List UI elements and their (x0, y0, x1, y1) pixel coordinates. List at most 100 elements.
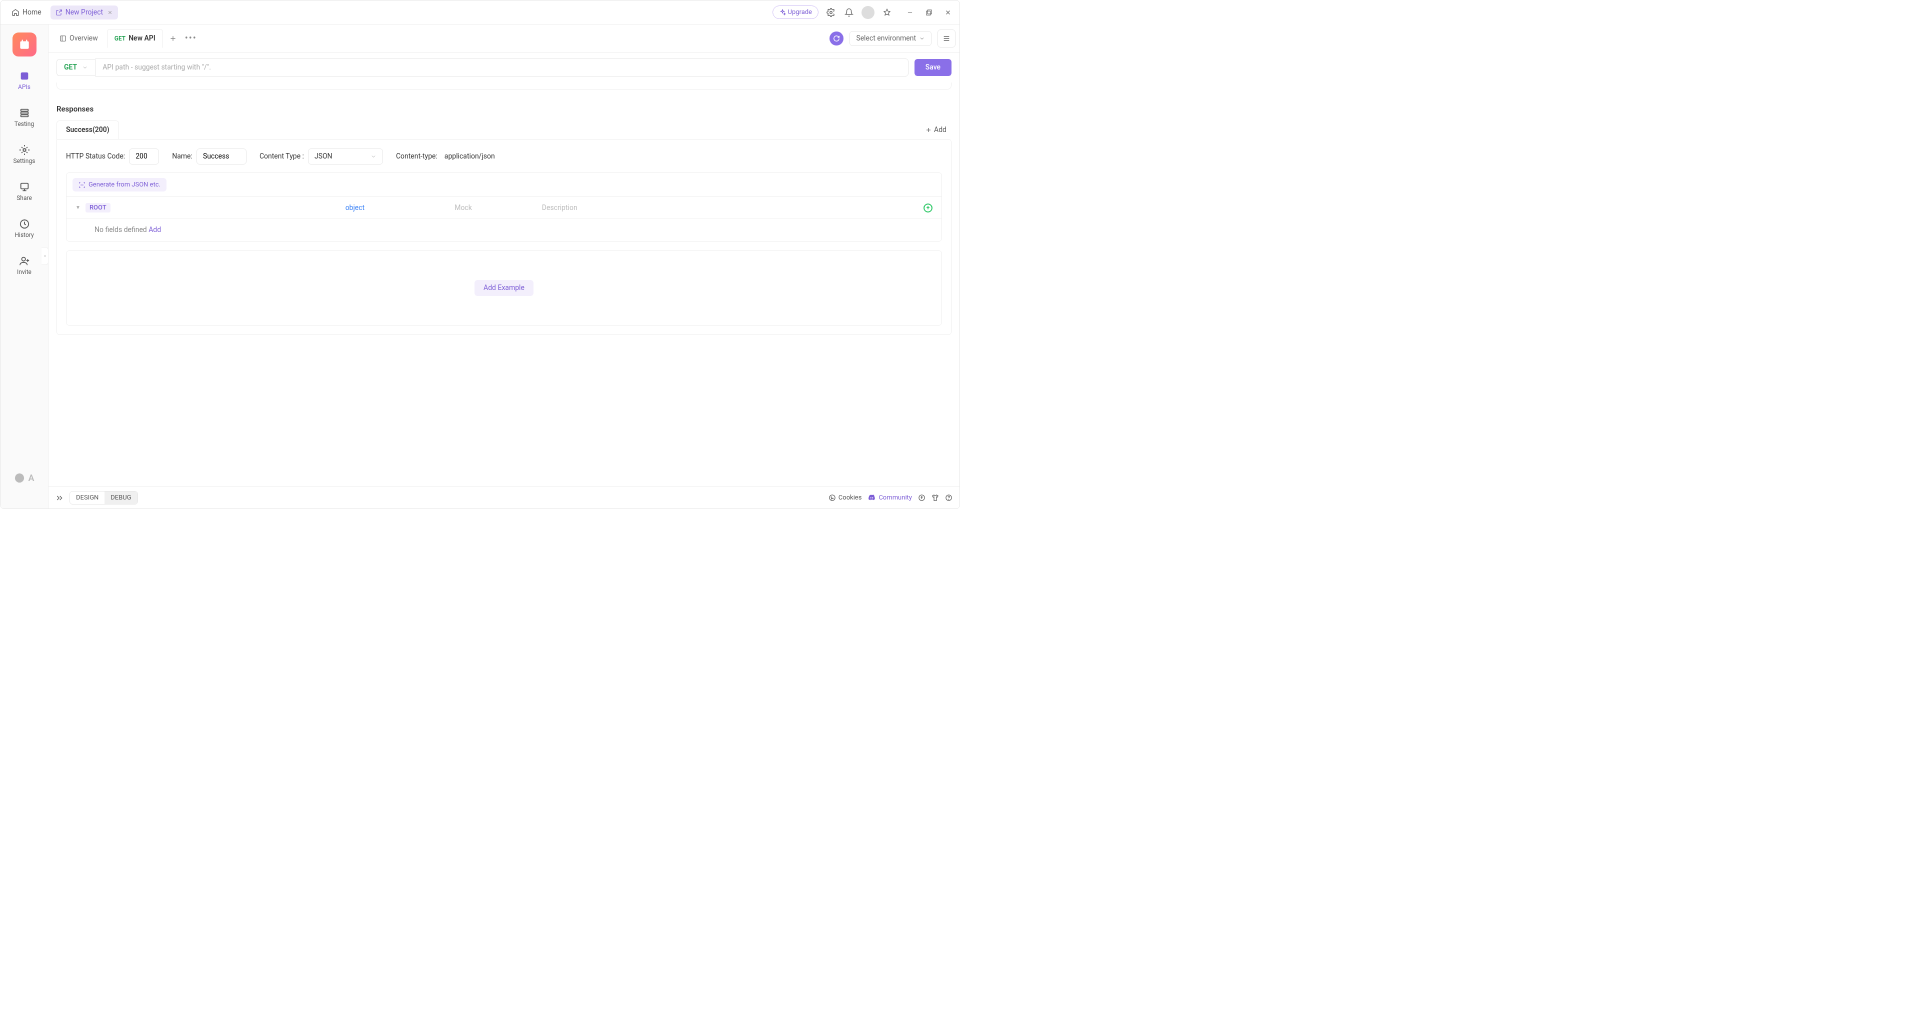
avatar[interactable] (862, 6, 875, 19)
chevron-down-icon (370, 154, 376, 160)
root-chip[interactable]: ROOT (85, 203, 110, 213)
settings-icon (19, 145, 30, 156)
cookie-icon (828, 494, 836, 502)
cookies-button[interactable]: Cookies (828, 494, 861, 502)
settings-gear-icon[interactable] (826, 7, 837, 18)
brand-logo[interactable] (12, 33, 36, 57)
generate-label: Generate from JSON etc. (89, 181, 161, 189)
nav-history-label: History (15, 232, 34, 239)
collapse-icon[interactable]: ▼ (76, 205, 81, 211)
content-type-value: JSON (314, 153, 332, 161)
nav-history[interactable]: History (1, 216, 49, 242)
cookies-label: Cookies (838, 494, 861, 502)
minimize-icon[interactable] (905, 7, 916, 18)
nav-apis-label: APIs (18, 84, 30, 91)
method-label: GET (64, 64, 77, 72)
bottombar: DESIGN DEBUG Cookies Community (49, 487, 960, 509)
brand-icon (14, 473, 25, 484)
status-code-input[interactable] (129, 149, 159, 165)
pin-icon[interactable] (882, 7, 893, 18)
brand-text: A (28, 473, 34, 484)
tab-overview-label: Overview (70, 34, 98, 42)
schema-root-row: ▼ ROOT object Mock Description + (67, 197, 942, 219)
schema-card: Generate from JSON etc. ▼ ROOT object Mo… (66, 173, 942, 242)
mode-debug[interactable]: DEBUG (105, 492, 138, 505)
generate-from-json-button[interactable]: Generate from JSON etc. (73, 178, 167, 192)
nav-settings-label: Settings (13, 158, 35, 165)
response-name-input[interactable] (196, 149, 246, 165)
maximize-icon[interactable] (924, 7, 935, 18)
add-field-icon[interactable]: + (924, 203, 933, 212)
mock-column: Mock (455, 204, 472, 212)
environment-select[interactable]: Select environment (850, 31, 932, 46)
sparkle-icon (779, 9, 786, 16)
mode-design[interactable]: DESIGN (70, 492, 105, 505)
save-button[interactable]: Save (914, 59, 951, 76)
invite-icon (19, 256, 30, 267)
example-card: Add Example (66, 251, 942, 326)
env-label: Select environment (856, 34, 916, 42)
previous-section-card (57, 83, 952, 90)
editor-tabs: Overview GET New API ••• Select environm… (49, 25, 960, 53)
expand-sidebar-icon[interactable] (42, 247, 49, 265)
tab-new-api[interactable]: GET New API (107, 29, 163, 48)
add-field-link[interactable]: Add (149, 226, 161, 234)
share-icon (19, 182, 30, 193)
content-type-label: Content Type : (259, 153, 303, 161)
content-header-label: Content-type: (396, 153, 437, 161)
method-select[interactable]: GET (57, 59, 96, 76)
add-response-button[interactable]: Add (920, 123, 951, 137)
expand-bottom-icon[interactable] (56, 494, 64, 502)
tab-overview[interactable]: Overview (53, 29, 105, 47)
content-header-value: application/json (444, 153, 494, 161)
brand-footer: A (14, 473, 34, 484)
root-type-link[interactable]: object (345, 204, 364, 212)
scan-icon (79, 181, 86, 188)
leftnav: APIs Testing Settings Share History Invi… (1, 25, 49, 509)
name-label: Name: (172, 153, 192, 161)
plus-icon (925, 126, 932, 133)
tab-more-icon[interactable]: ••• (183, 30, 199, 46)
nav-share[interactable]: Share (1, 179, 49, 205)
nav-share-label: Share (17, 195, 32, 202)
close-icon[interactable] (107, 9, 113, 15)
discord-icon (868, 494, 877, 503)
project-tab-label: New Project (65, 8, 103, 16)
upgrade-label: Upgrade (788, 9, 812, 17)
shirt-icon[interactable] (932, 494, 940, 502)
response-tab-success[interactable]: Success(200) (57, 121, 119, 140)
community-label: Community (879, 494, 912, 502)
add-tab-button[interactable] (165, 30, 181, 46)
refresh-icon (833, 35, 840, 42)
sync-button[interactable] (830, 31, 844, 45)
nav-testing[interactable]: Testing (1, 105, 49, 131)
overview-icon (60, 35, 67, 42)
community-button[interactable]: Community (868, 494, 912, 503)
description-column: Description (542, 204, 577, 212)
nav-apis[interactable]: APIs (1, 68, 49, 94)
response-card: HTTP Status Code: Name: Content Type : J… (57, 139, 952, 335)
nav-testing-label: Testing (14, 121, 34, 128)
api-path-input[interactable] (95, 59, 908, 77)
add-response-label: Add (934, 126, 946, 134)
upload-icon[interactable] (918, 494, 926, 502)
add-example-button[interactable]: Add Example (475, 280, 534, 296)
window-close-icon[interactable] (943, 7, 954, 18)
upgrade-button[interactable]: Upgrade (772, 6, 818, 20)
no-fields-row: No fields defined Add (67, 219, 942, 241)
project-tab[interactable]: New Project (50, 5, 118, 19)
no-fields-text: No fields defined (95, 226, 149, 234)
content-type-select[interactable]: JSON (308, 149, 383, 165)
chevron-down-icon (82, 65, 88, 71)
mode-tabs: DESIGN DEBUG (70, 491, 138, 505)
nav-settings[interactable]: Settings (1, 142, 49, 168)
bell-icon[interactable] (844, 7, 855, 18)
menu-icon[interactable] (938, 29, 956, 47)
chevron-down-icon (919, 35, 925, 41)
responses-heading: Responses (57, 105, 952, 114)
external-link-icon (55, 9, 62, 16)
pathbar: GET Save (49, 53, 960, 83)
help-icon[interactable] (945, 494, 953, 502)
home-tab[interactable]: Home (7, 5, 47, 19)
apis-icon (19, 71, 30, 82)
